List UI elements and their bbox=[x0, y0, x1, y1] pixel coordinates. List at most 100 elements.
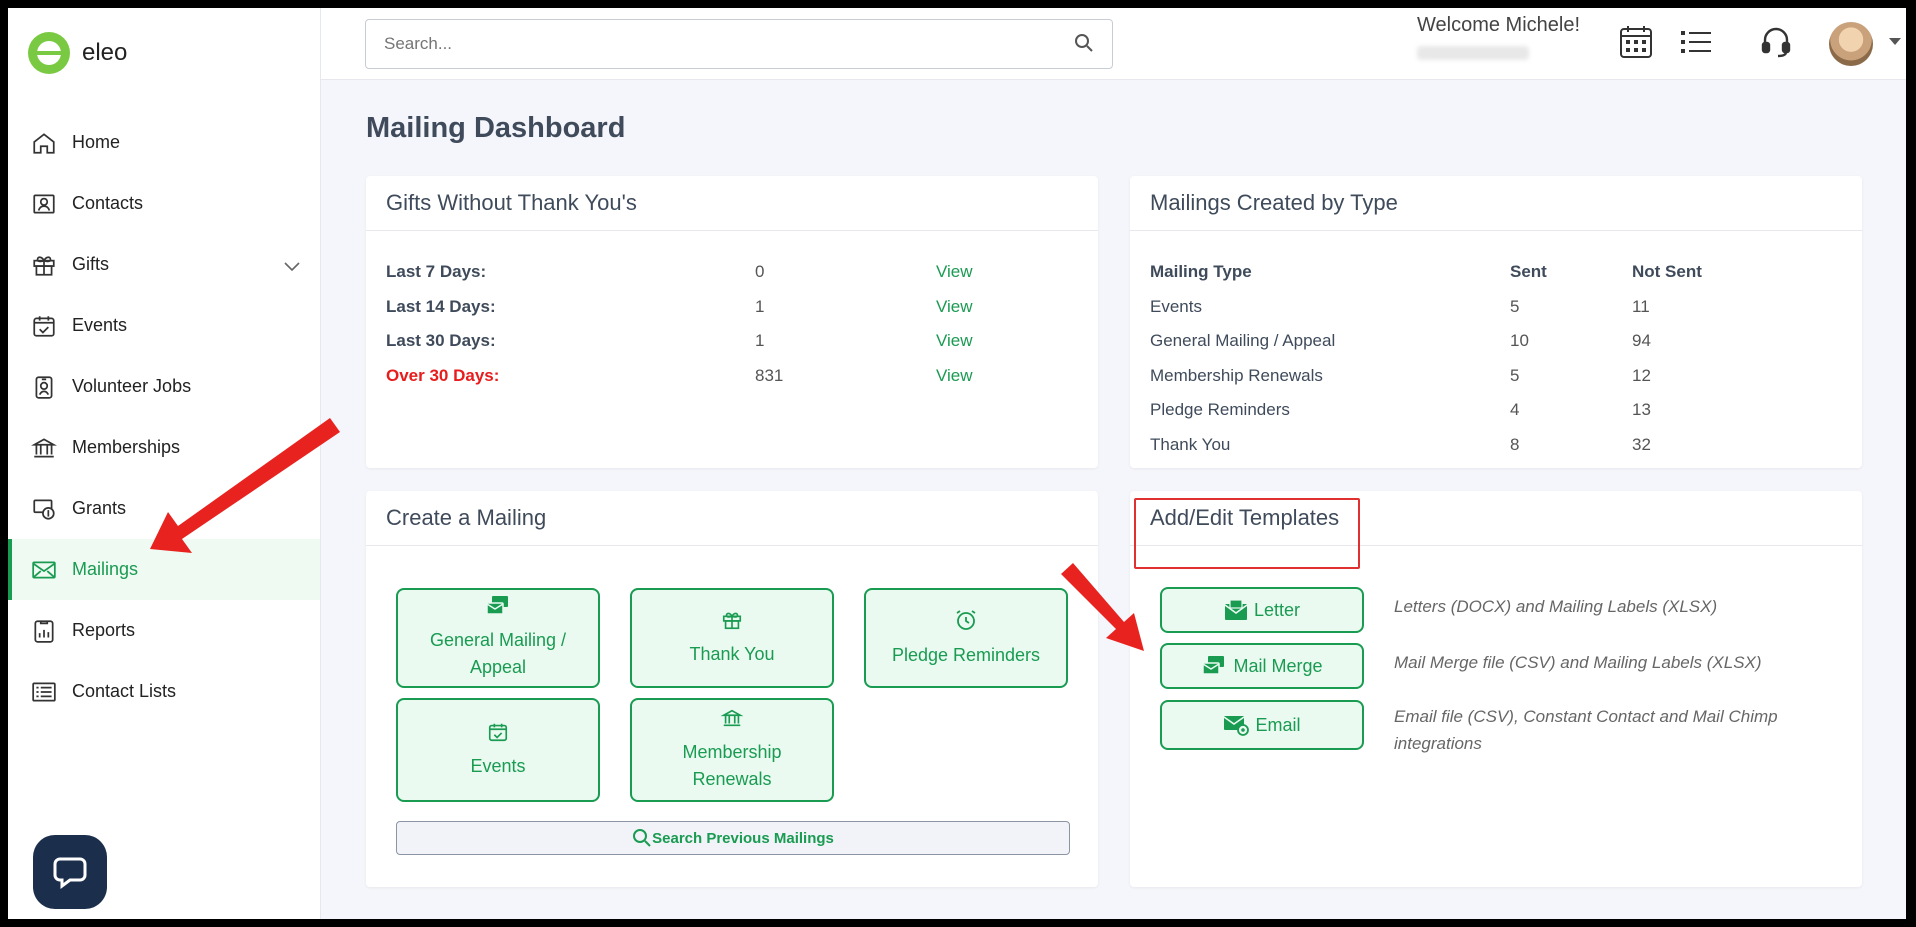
bank-icon bbox=[720, 707, 744, 737]
view-link[interactable]: View bbox=[936, 262, 973, 282]
view-link[interactable]: View bbox=[936, 366, 973, 386]
search-input[interactable] bbox=[366, 20, 1066, 68]
sidebar-item-reports[interactable]: Reports bbox=[8, 600, 320, 661]
sidebar-item-label: Events bbox=[72, 315, 128, 335]
sidebar-item-label: Volunteer Jobs bbox=[72, 376, 192, 396]
money-icon bbox=[30, 495, 58, 523]
table-cell-sent: 10 bbox=[1510, 331, 1529, 350]
view-link[interactable]: View bbox=[936, 297, 973, 317]
gift-icon bbox=[721, 609, 743, 639]
table-cell-not-sent: 94 bbox=[1632, 331, 1651, 350]
report-icon bbox=[30, 617, 58, 645]
bank-icon bbox=[30, 434, 58, 462]
letter-template-button[interactable]: Letter bbox=[1160, 587, 1364, 633]
alarm-clock-icon bbox=[954, 608, 978, 640]
button-label: Mail Merge bbox=[1233, 655, 1323, 676]
gift-row-label: Last 30 Days: bbox=[386, 331, 496, 350]
tile-label: Pledge Reminders bbox=[891, 644, 1041, 665]
calendar-check-icon bbox=[487, 721, 509, 751]
calendar-check-icon bbox=[30, 312, 58, 340]
search-box bbox=[365, 19, 1113, 69]
button-label: Search Previous Mailings bbox=[652, 829, 834, 847]
logo[interactable]: eleo bbox=[28, 32, 127, 74]
welcome-text: Welcome Michele! bbox=[1417, 14, 1581, 36]
sidebar-item-label: Contact Lists bbox=[72, 681, 177, 701]
sidebar-item-contacts[interactable]: Contacts bbox=[8, 173, 320, 234]
general-mailing-tile[interactable]: General Mailing / Appeal bbox=[396, 588, 600, 688]
badge-icon bbox=[30, 373, 58, 401]
sidebar-item-label: Contacts bbox=[72, 193, 144, 213]
sidebar-item-label: Grants bbox=[72, 498, 127, 518]
sidebar-item-memberships[interactable]: Memberships bbox=[8, 417, 320, 478]
chat-support-button[interactable] bbox=[33, 835, 107, 909]
view-link[interactable]: View bbox=[936, 331, 973, 351]
create-mailing-card: Create a Mailing General Mailing / Appea… bbox=[366, 491, 1098, 887]
home-icon bbox=[30, 129, 58, 157]
list-icon bbox=[30, 678, 58, 706]
table-cell-sent: 4 bbox=[1510, 400, 1520, 419]
gift-row-label: Last 14 Days: bbox=[386, 297, 496, 316]
table-cell-type: General Mailing / Appeal bbox=[1150, 331, 1336, 350]
headset-icon[interactable] bbox=[1761, 26, 1791, 63]
task-list-icon[interactable] bbox=[1681, 28, 1711, 61]
template-description: Letters (DOCX) and Mailing Labels (XLSX) bbox=[1394, 597, 1718, 616]
search-icon[interactable] bbox=[1074, 33, 1094, 58]
calendar-icon[interactable] bbox=[1619, 24, 1653, 65]
table-cell-not-sent: 11 bbox=[1632, 297, 1650, 316]
sidebar-item-gifts[interactable]: Gifts bbox=[8, 234, 320, 295]
gift-row-value: 1 bbox=[755, 297, 765, 316]
thank-you-tile[interactable]: Thank You bbox=[630, 588, 834, 688]
card-title: Mailings Created by Type bbox=[1130, 176, 1862, 231]
letter-icon bbox=[1224, 599, 1248, 620]
column-header: Sent bbox=[1510, 262, 1547, 281]
page-title: Mailing Dashboard bbox=[366, 112, 626, 144]
sidebar-item-label: Memberships bbox=[72, 437, 181, 457]
gift-row-value: 1 bbox=[755, 331, 765, 350]
sidebar-item-mailings[interactable]: Mailings bbox=[8, 539, 320, 600]
template-description: Email file (CSV), Constant Contact and M… bbox=[1394, 707, 1778, 753]
sidebar-item-contact-lists[interactable]: Contact Lists bbox=[8, 661, 320, 722]
tile-label: Renewals bbox=[692, 769, 772, 789]
mail-stack-icon bbox=[1202, 656, 1225, 675]
table-cell-sent: 8 bbox=[1510, 435, 1520, 454]
tile-label: Membership bbox=[682, 742, 782, 762]
sidebar-item-grants[interactable]: Grants bbox=[8, 478, 320, 539]
brand-name: eleo bbox=[82, 39, 128, 66]
table-cell-type: Events bbox=[1150, 297, 1202, 316]
membership-renewals-tile[interactable]: Membership Renewals bbox=[630, 698, 834, 802]
events-tile[interactable]: Events bbox=[396, 698, 600, 802]
app-window: eleo Home Contacts Gifts Events Voluntee… bbox=[8, 8, 1906, 919]
sidebar-item-label: Reports bbox=[72, 620, 136, 640]
gift-row-label: Last 7 Days: bbox=[386, 262, 487, 281]
card-title: Gifts Without Thank You's bbox=[366, 176, 1098, 231]
blurred-subtext bbox=[1417, 46, 1529, 60]
avatar[interactable] bbox=[1829, 22, 1873, 66]
tile-label: Events bbox=[470, 755, 526, 776]
tile-label: General Mailing / bbox=[429, 630, 567, 650]
highlight-box bbox=[1134, 498, 1360, 569]
email-at-icon bbox=[1224, 716, 1250, 736]
eleo-logo-icon bbox=[28, 32, 70, 74]
pledge-reminders-tile[interactable]: Pledge Reminders bbox=[864, 588, 1068, 688]
chevron-down-icon[interactable] bbox=[1889, 38, 1901, 45]
sidebar: eleo Home Contacts Gifts Events Voluntee… bbox=[8, 8, 321, 919]
sidebar-item-home[interactable]: Home bbox=[8, 112, 320, 173]
chevron-down-icon[interactable] bbox=[284, 256, 300, 277]
tile-label: Thank You bbox=[689, 643, 775, 664]
gifts-without-thanks-card: Gifts Without Thank You's Last 7 Days: 0… bbox=[366, 176, 1098, 468]
email-template-button[interactable]: Email bbox=[1160, 700, 1364, 750]
search-icon bbox=[633, 829, 651, 847]
sidebar-item-label: Mailings bbox=[72, 559, 139, 579]
chat-icon bbox=[53, 857, 87, 889]
button-label: Email bbox=[1255, 714, 1301, 735]
table-cell-sent: 5 bbox=[1510, 366, 1520, 385]
gift-row-value: 0 bbox=[755, 262, 765, 281]
mail-stack-icon bbox=[485, 595, 511, 625]
mail-merge-template-button[interactable]: Mail Merge bbox=[1160, 643, 1364, 689]
tile-label: Appeal bbox=[469, 657, 527, 677]
sidebar-item-volunteer-jobs[interactable]: Volunteer Jobs bbox=[8, 356, 320, 417]
table-cell-type: Thank You bbox=[1150, 435, 1231, 454]
table-cell-not-sent: 32 bbox=[1632, 435, 1651, 454]
search-previous-mailings-button[interactable]: Search Previous Mailings bbox=[396, 821, 1070, 855]
sidebar-item-events[interactable]: Events bbox=[8, 295, 320, 356]
